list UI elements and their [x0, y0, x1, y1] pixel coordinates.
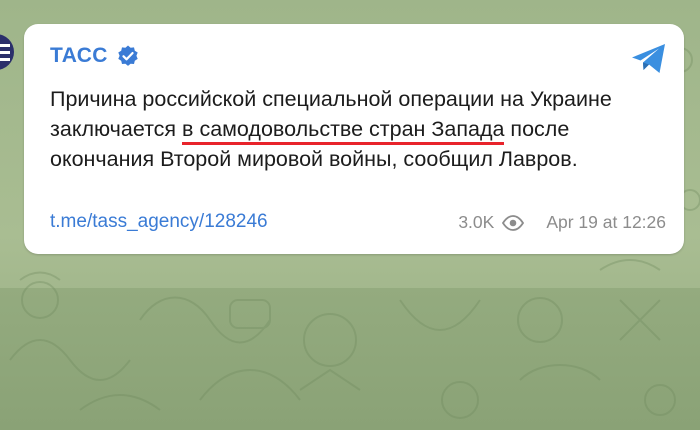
message-meta: 3.0K Apr 19 at 12:26 — [458, 212, 666, 233]
post-link[interactable]: t.me/tass_agency/128246 — [50, 211, 268, 233]
telegram-share-icon[interactable] — [630, 42, 668, 76]
eye-icon — [502, 214, 525, 231]
channel-name[interactable]: ТАСС — [50, 44, 108, 68]
message-timestamp: Apr 19 at 12:26 — [546, 212, 666, 232]
view-count: 3.0K — [458, 212, 495, 232]
message-header: ТАСС — [50, 44, 140, 68]
verified-badge-icon — [117, 45, 138, 66]
message-text: Причина российской специальной операции … — [50, 84, 660, 174]
message-text-highlight: в самодовольстве стран Запада — [182, 117, 505, 145]
message-bubble: ТАСС Причина российской специальной опер… — [24, 24, 684, 254]
